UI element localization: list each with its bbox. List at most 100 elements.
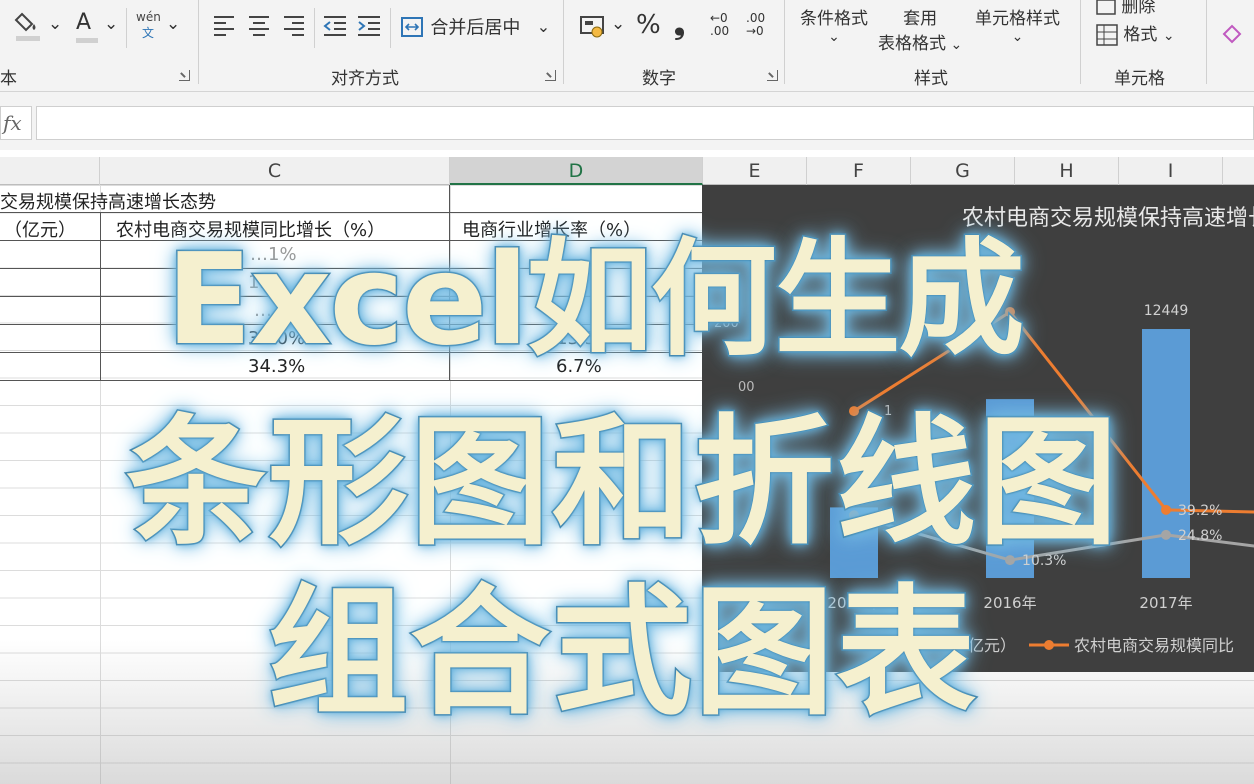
line-data-label: 10.3% [1022,553,1066,569]
decrease-indent-icon[interactable] [322,14,348,41]
table-border [100,212,101,380]
table-format-label-1: 套用 [903,9,938,29]
merge-center-button[interactable]: 合并后居中 ⌄ [400,13,550,40]
line-marker [1005,555,1015,566]
phonetic-dropdown[interactable]: ⌄ [166,14,180,34]
font-dialog-launcher[interactable] [179,70,190,81]
format-icon [1096,24,1118,46]
line-marker [849,510,859,521]
increase-decimal-button[interactable]: ←0 .00 [710,12,729,38]
legend-item-line: 农村电商交易规模同比 [1074,636,1234,655]
delete-button[interactable]: 删除 [1096,0,1155,17]
line-marker [1161,529,1171,540]
conditional-format-dropdown-icon: ⌄ [828,29,840,45]
insert-function-button[interactable]: fx [0,106,32,140]
x-axis-label: 2017年 [1139,594,1192,612]
table-border [449,185,450,380]
table-border [0,352,702,353]
align-left-icon[interactable] [212,14,236,41]
table-cell[interactable]: 6.7% [556,356,602,377]
merge-center-dropdown-icon[interactable]: ⌄ [537,17,550,36]
style-group-label: 样式 [914,69,948,89]
separator [314,8,315,48]
table-border [0,380,702,381]
table-cell[interactable]: 34.3% [248,356,305,377]
column-header-f[interactable]: F [807,157,911,185]
header-rural-growth[interactable]: 农村电商交易规模同比增长（%） [116,216,385,242]
column-header-e[interactable]: E [703,157,807,185]
column-header-b[interactable] [0,157,100,185]
phonetic-top: wén [136,10,161,24]
separator [198,0,199,84]
font-color-dropdown[interactable]: ⌄ [104,14,118,34]
table-border [0,324,702,325]
table-cell[interactable]: …1% [250,244,297,265]
merge-center-icon [401,16,423,37]
accounting-dropdown[interactable]: ⌄ [611,14,625,34]
decrease-decimal-button[interactable]: .00 →0 [746,12,765,38]
column-headers: C D E F G H I [0,157,1254,185]
separator [390,8,391,48]
table-format-dropdown-icon: ⌄ [946,37,963,53]
y-axis-tick: 200 [714,316,739,331]
decrease-decimal-bottom: →0 [746,24,764,38]
separator [1206,0,1207,84]
table-format-button[interactable]: 套用 表格格式 ⌄ [878,4,962,54]
legend-marker [1044,640,1054,650]
line-marker [1161,504,1171,515]
chart-title: 农村电商交易规模保持高速增长态势 [962,205,1254,230]
header-amount[interactable]: （亿元） [4,216,76,242]
increase-indent-icon[interactable] [356,14,382,41]
fill-color-dropdown[interactable]: ⌄ [48,14,62,34]
line-data-label: 24.8% [1178,528,1222,544]
formula-input[interactable] [36,106,1254,140]
cell-style-dropdown-icon: ⌄ [1011,29,1024,45]
combo-chart[interactable]: 农村电商交易规模保持高速增长态势 2015年2016年2017年2018年124… [702,185,1254,672]
fill-color-icon[interactable] [14,10,44,44]
header-industry-growth[interactable]: 电商行业增长率（%） [462,216,641,242]
cell-style-label: 单元格样式 [975,9,1060,29]
comma-button[interactable]: ❟ [674,8,685,42]
separator [563,0,564,84]
conditional-format-button[interactable]: 条件格式 ⌄ [800,4,868,45]
conditional-format-label: 条件格式 [800,9,868,29]
format-label: 格式 [1123,25,1158,45]
separator [784,0,785,84]
column-header-h[interactable]: H [1015,157,1119,185]
table-cell[interactable]: 37.0% [248,328,305,349]
column-header-i[interactable]: I [1119,157,1223,185]
cell-style-button[interactable]: 单元格样式 ⌄ [975,4,1060,45]
table-cell[interactable]: … [254,300,272,321]
table-cell[interactable]: 15… [248,272,289,293]
align-right-icon[interactable] [282,14,306,41]
font-color-bar [76,38,98,43]
percent-button[interactable]: % [636,10,661,40]
column-header-c[interactable]: C [100,157,450,185]
align-dialog-launcher[interactable] [545,70,556,81]
table-cell[interactable]: 13.5 [556,328,596,349]
delete-icon [1096,0,1116,15]
table-title[interactable]: 交易规模保持高速增长态势 [0,188,216,214]
bar [986,399,1034,578]
format-button[interactable]: 格式 ⌄ [1096,20,1175,46]
clear-icon[interactable] [1220,22,1244,49]
cells-group-label: 单元格 [1114,69,1165,89]
align-center-icon[interactable] [247,14,271,41]
number-group-label: 数字 [642,69,676,89]
accounting-format-icon[interactable] [579,14,607,43]
line-data-label: 39.2% [1178,503,1222,519]
chart-svg: 农村电商交易规模保持高速增长态势 2015年2016年2017年2018年124… [714,205,1254,655]
separator [1080,0,1081,84]
number-dialog-launcher[interactable] [767,70,778,81]
increase-decimal-bottom: .00 [710,24,730,38]
font-color-button[interactable]: A [76,10,98,44]
table-border [0,268,702,269]
x-axis-label: 2015年 [827,594,880,612]
series-line [853,309,1254,514]
column-header-d[interactable]: D [450,157,703,185]
line-marker [1005,306,1015,317]
column-header-g[interactable]: G [911,157,1015,185]
phonetic-button[interactable]: wén 文 [136,10,161,41]
bar-data-label: 12449 [1144,303,1189,319]
separator [126,8,127,48]
